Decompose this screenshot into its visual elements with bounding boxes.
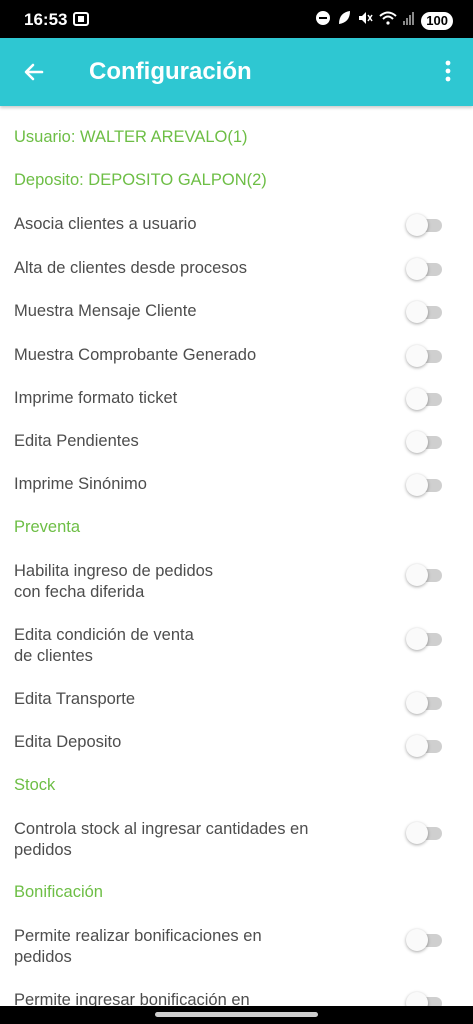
setting-row[interactable]: Edita Deposito (14, 732, 454, 757)
setting-switch[interactable] (406, 388, 444, 410)
setting-row[interactable]: Controla stock al ingresar cantidades en… (14, 819, 454, 861)
setting-label: Imprime Sinónimo (14, 475, 147, 493)
setting-row[interactable]: Muestra Comprobante Generado (14, 345, 454, 367)
setting-switch[interactable] (406, 474, 444, 496)
section-header-bonificacion: Bonificación (14, 883, 454, 902)
setting-switch[interactable] (406, 258, 444, 280)
mute-icon (357, 10, 373, 31)
setting-label: Edita Transporte (14, 690, 136, 708)
setting-label: Habilita ingreso de pedidos con fecha di… (14, 562, 214, 601)
signal-icon (403, 11, 415, 30)
page-title: Configuración (89, 58, 252, 85)
setting-label: Permite realizar bonificaciones en pedid… (14, 927, 262, 966)
section-label: Stock (14, 776, 56, 794)
setting-label: Permite ingresar bonificación en (14, 991, 250, 1006)
setting-row[interactable]: Edita Pendientes (14, 431, 454, 453)
setting-label: Edita Deposito (14, 733, 122, 751)
navigation-bar (0, 1006, 473, 1024)
setting-label: Muestra Comprobante Generado (14, 346, 257, 364)
setting-switch[interactable] (406, 735, 444, 757)
setting-switch[interactable] (406, 345, 444, 367)
setting-row[interactable]: Habilita ingreso de pedidos con fecha di… (14, 561, 454, 603)
status-time: 16:53 (24, 10, 68, 29)
leaf-icon (337, 10, 351, 31)
do-not-disturb-icon (315, 10, 331, 31)
setting-label: Muestra Mensaje Cliente (14, 302, 197, 320)
back-arrow-icon[interactable] (22, 60, 46, 89)
setting-switch[interactable] (406, 929, 444, 951)
section-header-stock: Stock (14, 776, 454, 795)
setting-switch[interactable] (406, 214, 444, 236)
status-bar: 16:53 100 (0, 0, 473, 38)
deposit-header: Deposito: DEPOSITO GALPON(2) (14, 171, 454, 190)
overflow-menu-icon[interactable] (445, 60, 451, 87)
setting-switch[interactable] (406, 301, 444, 323)
setting-row[interactable]: Muestra Mensaje Cliente (14, 301, 454, 323)
battery-indicator: 100 (421, 11, 453, 30)
setting-row[interactable]: Permite realizar bonificaciones en pedid… (14, 926, 454, 968)
section-label: Usuario: WALTER AREVALO(1) (14, 128, 248, 146)
setting-label: Asocia clientes a usuario (14, 215, 197, 233)
user-header: Usuario: WALTER AREVALO(1) (14, 128, 454, 147)
home-gesture-handle[interactable] (155, 1012, 318, 1017)
setting-row[interactable]: Alta de clientes desde procesos (14, 258, 454, 280)
settings-list: Usuario: WALTER AREVALO(1) Deposito: DEP… (0, 106, 473, 1006)
section-label: Bonificación (14, 883, 103, 901)
setting-switch[interactable] (406, 992, 444, 1006)
setting-switch[interactable] (406, 564, 444, 586)
app-bar: Configuración (0, 38, 473, 106)
setting-row[interactable]: Permite ingresar bonificación en (14, 990, 454, 1006)
setting-row[interactable]: Asocia clientes a usuario (14, 214, 454, 236)
setting-label: Alta de clientes desde procesos (14, 259, 247, 277)
setting-switch[interactable] (406, 431, 444, 453)
screen-capture-icon (73, 12, 89, 31)
setting-label: Imprime formato ticket (14, 389, 178, 407)
status-icons: 100 (315, 10, 453, 31)
setting-row[interactable]: Edita Transporte (14, 689, 454, 714)
wifi-icon (379, 11, 397, 30)
section-label: Preventa (14, 518, 81, 536)
setting-switch[interactable] (406, 822, 444, 844)
section-label: Deposito: DEPOSITO GALPON(2) (14, 171, 267, 189)
section-header-preventa: Preventa (14, 518, 454, 537)
setting-label: Edita condición de venta de clientes (14, 626, 194, 665)
setting-row[interactable]: Imprime formato ticket (14, 388, 454, 410)
setting-switch[interactable] (406, 692, 444, 714)
setting-row[interactable]: Imprime Sinónimo (14, 474, 454, 496)
setting-switch[interactable] (406, 628, 444, 650)
setting-label: Controla stock al ingresar cantidades en… (14, 820, 309, 859)
setting-row[interactable]: Edita condición de venta de clientes (14, 625, 454, 667)
setting-label: Edita Pendientes (14, 432, 139, 450)
